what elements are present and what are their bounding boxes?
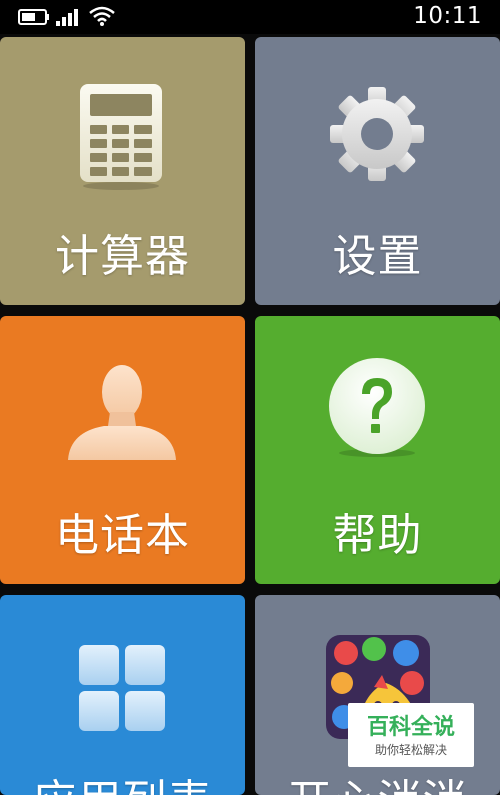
tile-label: 帮助	[332, 510, 423, 561]
wifi-icon	[89, 6, 115, 26]
gear-icon	[330, 87, 424, 181]
watermark-title: 百科全说	[366, 715, 455, 740]
tile-label: 应用列表	[0, 765, 245, 795]
watermark-subtitle: 助你轻松解决	[374, 743, 447, 757]
tile-label: 计算器	[55, 231, 190, 282]
tile-settings[interactable]: 设置	[255, 37, 500, 305]
signal-icon	[56, 9, 78, 26]
calculator-icon	[80, 84, 162, 190]
tile-label: 设置	[332, 231, 423, 282]
tile-help[interactable]: 帮助	[255, 316, 500, 584]
tile-label: 开心消消	[255, 765, 500, 795]
tile-calculator[interactable]: 计算器	[0, 37, 245, 305]
tile-app-list[interactable]: 应用列表	[0, 595, 245, 795]
tile-label: 电话本	[55, 510, 190, 561]
question-mark-icon	[329, 358, 425, 457]
tile-phonebook[interactable]: 电话本	[0, 316, 245, 584]
battery-icon	[18, 9, 49, 25]
contact-person-icon	[68, 365, 176, 460]
app-grid-icon	[79, 645, 165, 731]
status-time: 10:11	[413, 3, 482, 29]
watermark-badge: 百科全说 助你轻松解决	[348, 703, 474, 767]
status-bar: 10:11	[0, 0, 500, 34]
